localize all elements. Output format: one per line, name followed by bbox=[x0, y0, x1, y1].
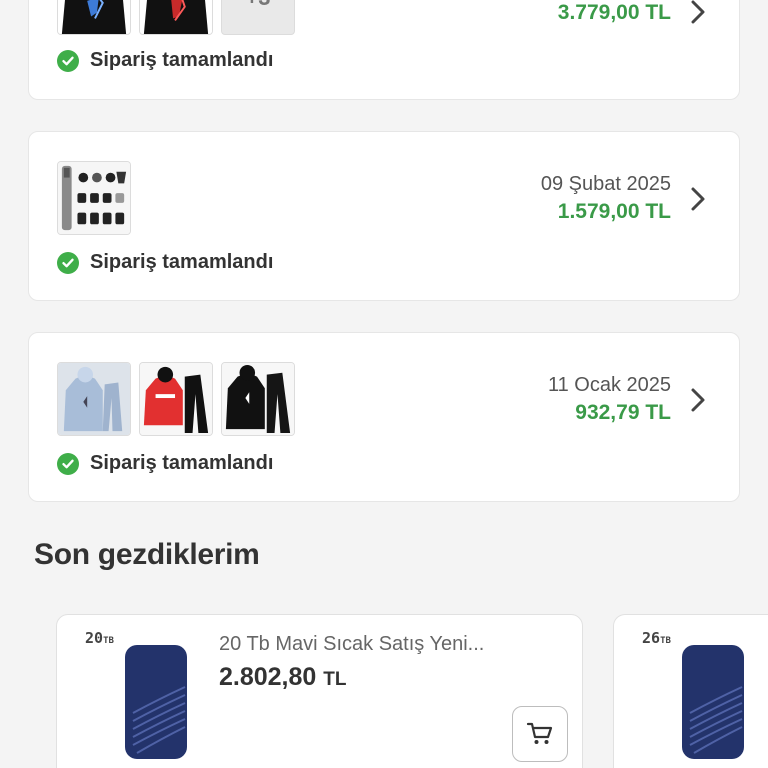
page: +3 3.779,00 TL Sipariş tamamlandı bbox=[0, 0, 768, 768]
more-items-badge: +3 bbox=[221, 0, 295, 35]
chevron-right-icon[interactable] bbox=[687, 0, 709, 27]
cart-icon bbox=[526, 722, 553, 744]
product-name[interactable]: 20 Tb Mavi Sıcak Satış Yeni... bbox=[219, 633, 484, 656]
recently-viewed-title: Son gezdiklerim bbox=[34, 538, 260, 571]
grooming-kit-icon bbox=[57, 161, 131, 235]
black-hoodie-red-print-icon bbox=[139, 0, 213, 35]
order-thumbnails bbox=[57, 161, 131, 235]
black-hoodie-blue-print-icon bbox=[57, 0, 131, 35]
order-total: 1.579,00 TL bbox=[557, 200, 671, 223]
product-card[interactable]: 20TB 20 Tb Mavi Sıcak Satış Yeni... 2.80… bbox=[56, 614, 583, 768]
order-date: 09 Şubat 2025 bbox=[540, 173, 671, 195]
external-hard-drive-icon bbox=[682, 645, 744, 759]
product-price: 2.802,80 TL bbox=[219, 663, 347, 691]
order-meta: 09 Şubat 2025 1.579,00 TL bbox=[541, 170, 671, 226]
check-circle-icon bbox=[57, 49, 79, 72]
product-card[interactable]: 26TB bbox=[613, 614, 768, 768]
order-total: 3.779,00 TL bbox=[557, 1, 671, 24]
chevron-right-icon[interactable] bbox=[687, 184, 709, 214]
check-circle-icon bbox=[57, 452, 79, 475]
order-status: Sipariş tamamlandı bbox=[57, 49, 273, 72]
red-tracksuit-icon bbox=[139, 362, 213, 436]
order-status-text: Sipariş tamamlandı bbox=[90, 251, 274, 273]
order-status-text: Sipariş tamamlandı bbox=[90, 49, 274, 71]
order-total: 932,79 TL bbox=[575, 401, 671, 424]
chevron-right-icon[interactable] bbox=[687, 385, 709, 415]
order-meta: 3.779,00 TL bbox=[558, 0, 671, 27]
order-card[interactable]: +3 3.779,00 TL Sipariş tamamlandı bbox=[28, 0, 740, 100]
order-thumbnails: +3 bbox=[57, 0, 295, 35]
black-tracksuit-icon bbox=[221, 362, 295, 436]
order-card[interactable]: 11 Ocak 2025 932,79 TL Sipariş tamamland… bbox=[28, 332, 740, 502]
order-status-text: Sipariş tamamlandı bbox=[90, 452, 274, 474]
order-status: Sipariş tamamlandı bbox=[57, 251, 273, 274]
capacity-label: 20TB bbox=[85, 629, 114, 647]
order-meta: 11 Ocak 2025 932,79 TL bbox=[548, 371, 671, 427]
grey-tracksuit-icon bbox=[57, 362, 131, 436]
order-thumbnails bbox=[57, 362, 295, 436]
capacity-label: 26TB bbox=[642, 629, 671, 647]
check-circle-icon bbox=[57, 251, 79, 274]
order-card[interactable]: 09 Şubat 2025 1.579,00 TL Sipariş tamaml… bbox=[28, 131, 740, 301]
order-date: 11 Ocak 2025 bbox=[547, 374, 671, 396]
order-status: Sipariş tamamlandı bbox=[57, 452, 273, 475]
external-hard-drive-icon bbox=[125, 645, 187, 759]
add-to-cart-button[interactable] bbox=[512, 706, 568, 762]
